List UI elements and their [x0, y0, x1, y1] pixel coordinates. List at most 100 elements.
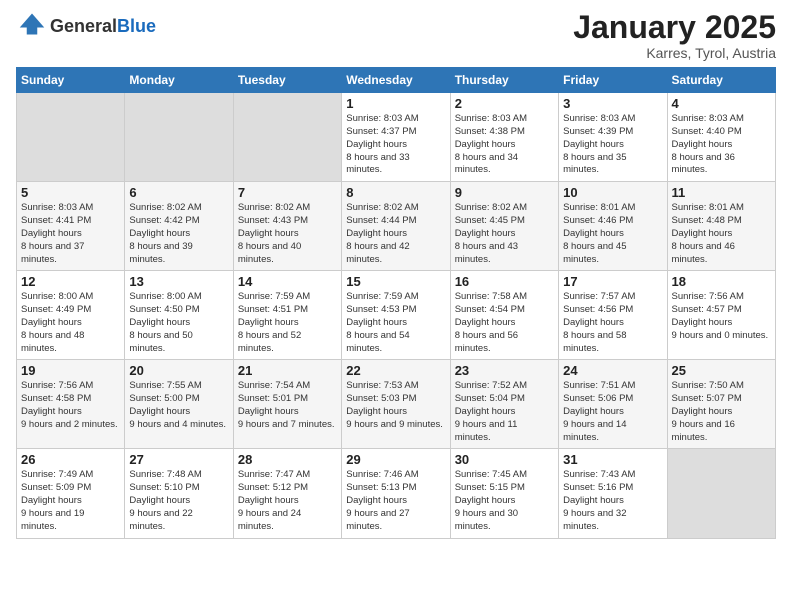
logo-blue: Blue	[117, 16, 156, 36]
day-info: Sunrise: 7:59 AMSunset: 4:51 PMDaylight …	[238, 291, 337, 355]
title-area: January 2025 Karres, Tyrol, Austria	[573, 10, 776, 61]
calendar-cell: 21Sunrise: 7:54 AMSunset: 5:01 PMDayligh…	[233, 360, 341, 449]
calendar-cell	[17, 93, 125, 182]
month-title: January 2025	[573, 10, 776, 45]
calendar-cell: 13 Sunrise: 8:00 AMSunset: 4:50 PMDayligh…	[125, 271, 233, 360]
calendar-cell: 29Sunrise: 7:46 AMSunset: 5:13 PMDayligh…	[342, 449, 450, 538]
week-row-5: 26 Sunrise: 7:49 AMSunset: 5:09 PMDayligh…	[17, 449, 776, 538]
calendar-cell: 7Sunrise: 8:02 AMSunset: 4:43 PMDaylight…	[233, 182, 341, 271]
day-number: 10	[563, 185, 662, 200]
calendar-cell: 23 Sunrise: 7:52 AMSunset: 5:04 PMDayligh…	[450, 360, 558, 449]
day-info: Sunrise: 8:01 AMSunset: 4:48 PMDaylight …	[672, 202, 771, 266]
day-info: Sunrise: 7:58 AMSunset: 4:54 PMDaylight …	[455, 291, 554, 355]
day-info: Sunrise: 7:52 AMSunset: 5:04 PMDaylight …	[455, 380, 554, 444]
calendar-cell: 12 Sunrise: 8:00 AMSunset: 4:49 PMDayligh…	[17, 271, 125, 360]
day-info: Sunrise: 8:02 AMSunset: 4:44 PMDaylight …	[346, 202, 445, 266]
weekday-header-saturday: Saturday	[667, 68, 775, 93]
calendar-table: SundayMondayTuesdayWednesdayThursdayFrid…	[16, 67, 776, 538]
calendar-cell: 6 Sunrise: 8:02 AMSunset: 4:42 PMDaylight…	[125, 182, 233, 271]
day-info: Sunrise: 7:56 AMSunset: 4:57 PMDaylight …	[672, 291, 771, 342]
day-info: Sunrise: 8:00 AMSunset: 4:50 PMDaylight …	[129, 291, 228, 355]
day-info: Sunrise: 8:03 AMSunset: 4:37 PMDaylight …	[346, 113, 445, 177]
day-info: Sunrise: 7:46 AMSunset: 5:13 PMDaylight …	[346, 469, 445, 533]
weekday-header-row: SundayMondayTuesdayWednesdayThursdayFrid…	[17, 68, 776, 93]
day-number: 9	[455, 185, 554, 200]
weekday-header-friday: Friday	[559, 68, 667, 93]
week-row-4: 19 Sunrise: 7:56 AMSunset: 4:58 PMDayligh…	[17, 360, 776, 449]
day-info: Sunrise: 8:03 AMSunset: 4:41 PMDaylight …	[21, 202, 120, 266]
calendar-cell: 20 Sunrise: 7:55 AMSunset: 5:00 PMDayligh…	[125, 360, 233, 449]
logo: GeneralBlue	[16, 10, 156, 43]
day-info: Sunrise: 8:03 AMSunset: 4:40 PMDaylight …	[672, 113, 771, 177]
calendar-cell: 28 Sunrise: 7:47 AMSunset: 5:12 PMDayligh…	[233, 449, 341, 538]
calendar-cell: 4Sunrise: 8:03 AMSunset: 4:40 PMDaylight…	[667, 93, 775, 182]
day-number: 8	[346, 185, 445, 200]
day-info: Sunrise: 8:00 AMSunset: 4:49 PMDaylight …	[21, 291, 120, 355]
day-info: Sunrise: 7:47 AMSunset: 5:12 PMDaylight …	[238, 469, 337, 533]
day-number: 13	[129, 274, 228, 289]
calendar-cell: 14 Sunrise: 7:59 AMSunset: 4:51 PMDayligh…	[233, 271, 341, 360]
calendar-cell: 24Sunrise: 7:51 AMSunset: 5:06 PMDayligh…	[559, 360, 667, 449]
day-number: 1	[346, 96, 445, 111]
calendar-cell: 18Sunrise: 7:56 AMSunset: 4:57 PMDayligh…	[667, 271, 775, 360]
day-number: 21	[238, 363, 337, 378]
day-number: 12	[21, 274, 120, 289]
day-number: 11	[672, 185, 771, 200]
calendar-cell	[233, 93, 341, 182]
day-number: 19	[21, 363, 120, 378]
day-info: Sunrise: 8:03 AMSunset: 4:39 PMDaylight …	[563, 113, 662, 177]
day-number: 16	[455, 274, 554, 289]
day-info: Sunrise: 7:48 AMSunset: 5:10 PMDaylight …	[129, 469, 228, 533]
calendar-cell: 26 Sunrise: 7:49 AMSunset: 5:09 PMDayligh…	[17, 449, 125, 538]
day-info: Sunrise: 8:02 AMSunset: 4:43 PMDaylight …	[238, 202, 337, 266]
day-info: Sunrise: 7:57 AMSunset: 4:56 PMDaylight …	[563, 291, 662, 355]
calendar-cell: 9 Sunrise: 8:02 AMSunset: 4:45 PMDaylight…	[450, 182, 558, 271]
day-number: 24	[563, 363, 662, 378]
weekday-header-monday: Monday	[125, 68, 233, 93]
day-info: Sunrise: 8:02 AMSunset: 4:42 PMDaylight …	[129, 202, 228, 266]
day-number: 14	[238, 274, 337, 289]
day-info: Sunrise: 7:59 AMSunset: 4:53 PMDaylight …	[346, 291, 445, 355]
day-number: 25	[672, 363, 771, 378]
calendar-cell: 8 Sunrise: 8:02 AMSunset: 4:44 PMDaylight…	[342, 182, 450, 271]
calendar-cell: 31Sunrise: 7:43 AMSunset: 5:16 PMDayligh…	[559, 449, 667, 538]
calendar-cell: 5 Sunrise: 8:03 AMSunset: 4:41 PMDaylight…	[17, 182, 125, 271]
calendar-cell: 15Sunrise: 7:59 AMSunset: 4:53 PMDayligh…	[342, 271, 450, 360]
calendar-cell: 1 Sunrise: 8:03 AMSunset: 4:37 PMDaylight…	[342, 93, 450, 182]
calendar-cell: 30Sunrise: 7:45 AMSunset: 5:15 PMDayligh…	[450, 449, 558, 538]
header: GeneralBlue January 2025 Karres, Tyrol, …	[16, 10, 776, 61]
weekday-header-thursday: Thursday	[450, 68, 558, 93]
calendar-cell: 22 Sunrise: 7:53 AMSunset: 5:03 PMDayligh…	[342, 360, 450, 449]
day-info: Sunrise: 7:49 AMSunset: 5:09 PMDaylight …	[21, 469, 120, 533]
day-number: 27	[129, 452, 228, 467]
location-subtitle: Karres, Tyrol, Austria	[573, 45, 776, 61]
calendar-cell: 17 Sunrise: 7:57 AMSunset: 4:56 PMDayligh…	[559, 271, 667, 360]
calendar-cell: 16 Sunrise: 7:58 AMSunset: 4:54 PMDayligh…	[450, 271, 558, 360]
day-number: 23	[455, 363, 554, 378]
day-info: Sunrise: 7:53 AMSunset: 5:03 PMDaylight …	[346, 380, 445, 431]
day-info: Sunrise: 7:56 AMSunset: 4:58 PMDaylight …	[21, 380, 120, 431]
day-number: 5	[21, 185, 120, 200]
day-number: 20	[129, 363, 228, 378]
day-info: Sunrise: 7:50 AMSunset: 5:07 PMDaylight …	[672, 380, 771, 444]
day-info: Sunrise: 8:01 AMSunset: 4:46 PMDaylight …	[563, 202, 662, 266]
logo-text: GeneralBlue	[50, 17, 156, 37]
page: GeneralBlue January 2025 Karres, Tyrol, …	[0, 0, 792, 612]
logo-icon	[18, 10, 46, 38]
day-number: 6	[129, 185, 228, 200]
week-row-1: 1 Sunrise: 8:03 AMSunset: 4:37 PMDaylight…	[17, 93, 776, 182]
day-number: 17	[563, 274, 662, 289]
day-info: Sunrise: 7:55 AMSunset: 5:00 PMDaylight …	[129, 380, 228, 431]
weekday-header-wednesday: Wednesday	[342, 68, 450, 93]
day-number: 2	[455, 96, 554, 111]
day-number: 3	[563, 96, 662, 111]
calendar-cell: 25 Sunrise: 7:50 AMSunset: 5:07 PMDayligh…	[667, 360, 775, 449]
day-number: 22	[346, 363, 445, 378]
day-number: 26	[21, 452, 120, 467]
calendar-cell: 19 Sunrise: 7:56 AMSunset: 4:58 PMDayligh…	[17, 360, 125, 449]
weekday-header-tuesday: Tuesday	[233, 68, 341, 93]
day-info: Sunrise: 8:02 AMSunset: 4:45 PMDaylight …	[455, 202, 554, 266]
day-number: 28	[238, 452, 337, 467]
week-row-3: 12 Sunrise: 8:00 AMSunset: 4:49 PMDayligh…	[17, 271, 776, 360]
calendar-cell: 11 Sunrise: 8:01 AMSunset: 4:48 PMDayligh…	[667, 182, 775, 271]
